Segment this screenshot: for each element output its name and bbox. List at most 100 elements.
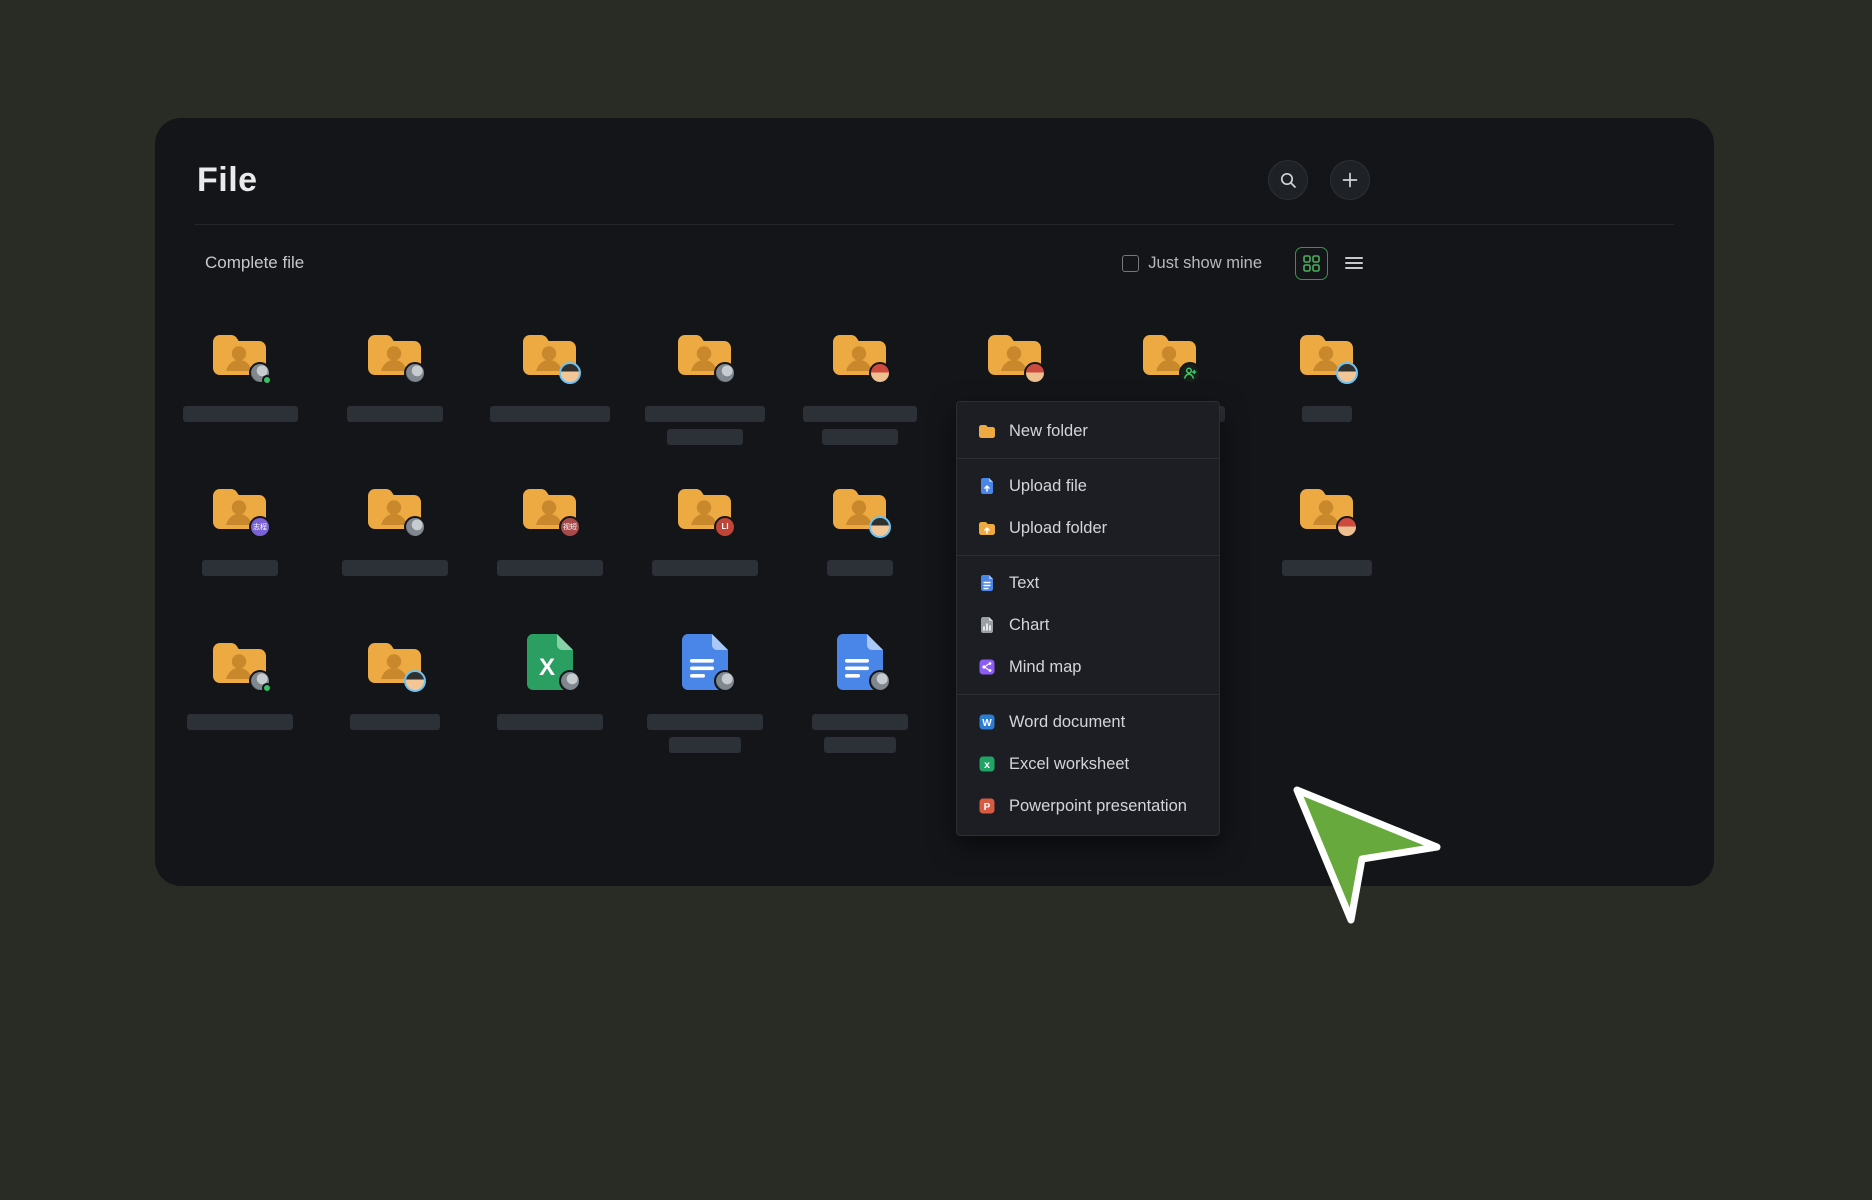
menu-item-text[interactable]: Text — [957, 562, 1219, 604]
word-icon: W — [977, 712, 997, 732]
filename-placeholder — [183, 406, 298, 422]
filename-placeholder — [342, 560, 448, 576]
menu-item-new-folder[interactable]: New folder — [957, 410, 1219, 452]
menu-item-mind-map[interactable]: Mind map — [957, 646, 1219, 688]
folder-item[interactable] — [1295, 322, 1359, 386]
doc-item[interactable] — [828, 630, 892, 694]
folder-icon — [977, 421, 997, 441]
menu-item-label: Excel worksheet — [1009, 755, 1129, 774]
filename-placeholder — [187, 714, 293, 730]
folder-item[interactable] — [673, 322, 737, 386]
menu-divider — [957, 555, 1219, 556]
folder-item[interactable] — [208, 630, 272, 694]
chart-file-icon — [977, 615, 997, 635]
member-avatar-badge — [559, 670, 581, 692]
file-upload-icon — [977, 476, 997, 496]
member-avatar-badge — [249, 670, 271, 692]
menu-divider — [957, 458, 1219, 459]
file-app-window: File Complete fi — [155, 118, 1714, 886]
member-avatar-badge: 志程 — [249, 516, 271, 538]
svg-text:X: X — [539, 654, 555, 681]
menu-item-label: Chart — [1009, 616, 1049, 635]
text-file-icon — [977, 573, 997, 593]
menu-item-label: Powerpoint presentation — [1009, 797, 1187, 816]
folder-item[interactable] — [1138, 322, 1202, 386]
member-avatar-badge — [559, 362, 581, 384]
folder-item[interactable]: 视短 — [518, 476, 582, 540]
excel-icon: x — [977, 754, 997, 774]
member-avatar-badge: LI — [714, 516, 736, 538]
folder-item[interactable] — [1295, 476, 1359, 540]
online-status-dot — [262, 375, 272, 385]
filename-placeholder — [647, 714, 763, 730]
menu-item-label: Upload file — [1009, 477, 1087, 496]
filename-placeholder — [667, 429, 743, 445]
member-avatar-badge: 视短 — [559, 516, 581, 538]
folder-item[interactable] — [828, 322, 892, 386]
folder-item[interactable]: 志程 — [208, 476, 272, 540]
member-avatar-badge — [404, 670, 426, 692]
folder-item[interactable] — [208, 322, 272, 386]
menu-item-label: New folder — [1009, 422, 1088, 441]
filename-placeholder — [497, 560, 603, 576]
filename-placeholder — [1282, 560, 1372, 576]
filename-placeholder — [350, 714, 440, 730]
filename-placeholder — [803, 406, 917, 422]
filename-placeholder — [202, 560, 278, 576]
folder-item[interactable] — [363, 476, 427, 540]
menu-item-powerpoint-presentation[interactable]: P Powerpoint presentation — [957, 785, 1219, 827]
folder-item[interactable] — [518, 322, 582, 386]
folder-item[interactable] — [828, 476, 892, 540]
member-avatar-badge — [1024, 362, 1046, 384]
menu-item-label: Upload folder — [1009, 519, 1107, 538]
filename-placeholder — [347, 406, 443, 422]
online-status-dot — [262, 683, 272, 693]
member-avatar-badge — [869, 670, 891, 692]
svg-text:W: W — [982, 718, 992, 729]
folder-upload-icon — [977, 518, 997, 538]
menu-item-upload-folder[interactable]: Upload folder — [957, 507, 1219, 549]
menu-item-chart[interactable]: Chart — [957, 604, 1219, 646]
filename-placeholder — [827, 560, 893, 576]
filename-placeholder — [822, 429, 898, 445]
menu-item-excel-worksheet[interactable]: x Excel worksheet — [957, 743, 1219, 785]
member-avatar-badge — [404, 516, 426, 538]
excel-item[interactable]: X — [518, 630, 582, 694]
desktop-background: File Complete fi — [0, 0, 1872, 1200]
filename-placeholder — [1302, 406, 1352, 422]
folder-item[interactable] — [363, 630, 427, 694]
member-avatar-badge — [1336, 516, 1358, 538]
menu-item-word-document[interactable]: W Word document — [957, 701, 1219, 743]
menu-item-label: Mind map — [1009, 658, 1081, 677]
menu-item-upload-file[interactable]: Upload file — [957, 465, 1219, 507]
mindmap-file-icon — [977, 657, 997, 677]
file-grid: 志程 视短 LI X — [155, 118, 1714, 886]
ppt-icon: P — [977, 796, 997, 816]
folder-item[interactable]: LI — [673, 476, 737, 540]
member-avatar-badge — [249, 362, 271, 384]
filename-placeholder — [490, 406, 610, 422]
member-avatar-badge — [404, 362, 426, 384]
member-avatar-badge — [869, 516, 891, 538]
share-member-badge — [1179, 362, 1201, 384]
folder-item[interactable] — [363, 322, 427, 386]
member-avatar-badge — [1336, 362, 1358, 384]
doc-item[interactable] — [673, 630, 737, 694]
menu-divider — [957, 694, 1219, 695]
filename-placeholder — [497, 714, 603, 730]
filename-placeholder — [812, 714, 908, 730]
member-avatar-badge — [714, 362, 736, 384]
svg-text:x: x — [984, 759, 990, 771]
filename-placeholder — [669, 737, 741, 753]
filename-placeholder — [652, 560, 758, 576]
green-arrow-cursor-icon — [1293, 786, 1445, 928]
filename-placeholder — [824, 737, 896, 753]
member-avatar-badge — [869, 362, 891, 384]
folder-item[interactable] — [983, 322, 1047, 386]
member-avatar-badge — [714, 670, 736, 692]
svg-text:P: P — [984, 802, 991, 813]
create-menu: New folder Upload file Upload folder Text Ch… — [956, 401, 1220, 836]
menu-item-label: Word document — [1009, 713, 1125, 732]
menu-item-label: Text — [1009, 574, 1039, 593]
filename-placeholder — [645, 406, 765, 422]
